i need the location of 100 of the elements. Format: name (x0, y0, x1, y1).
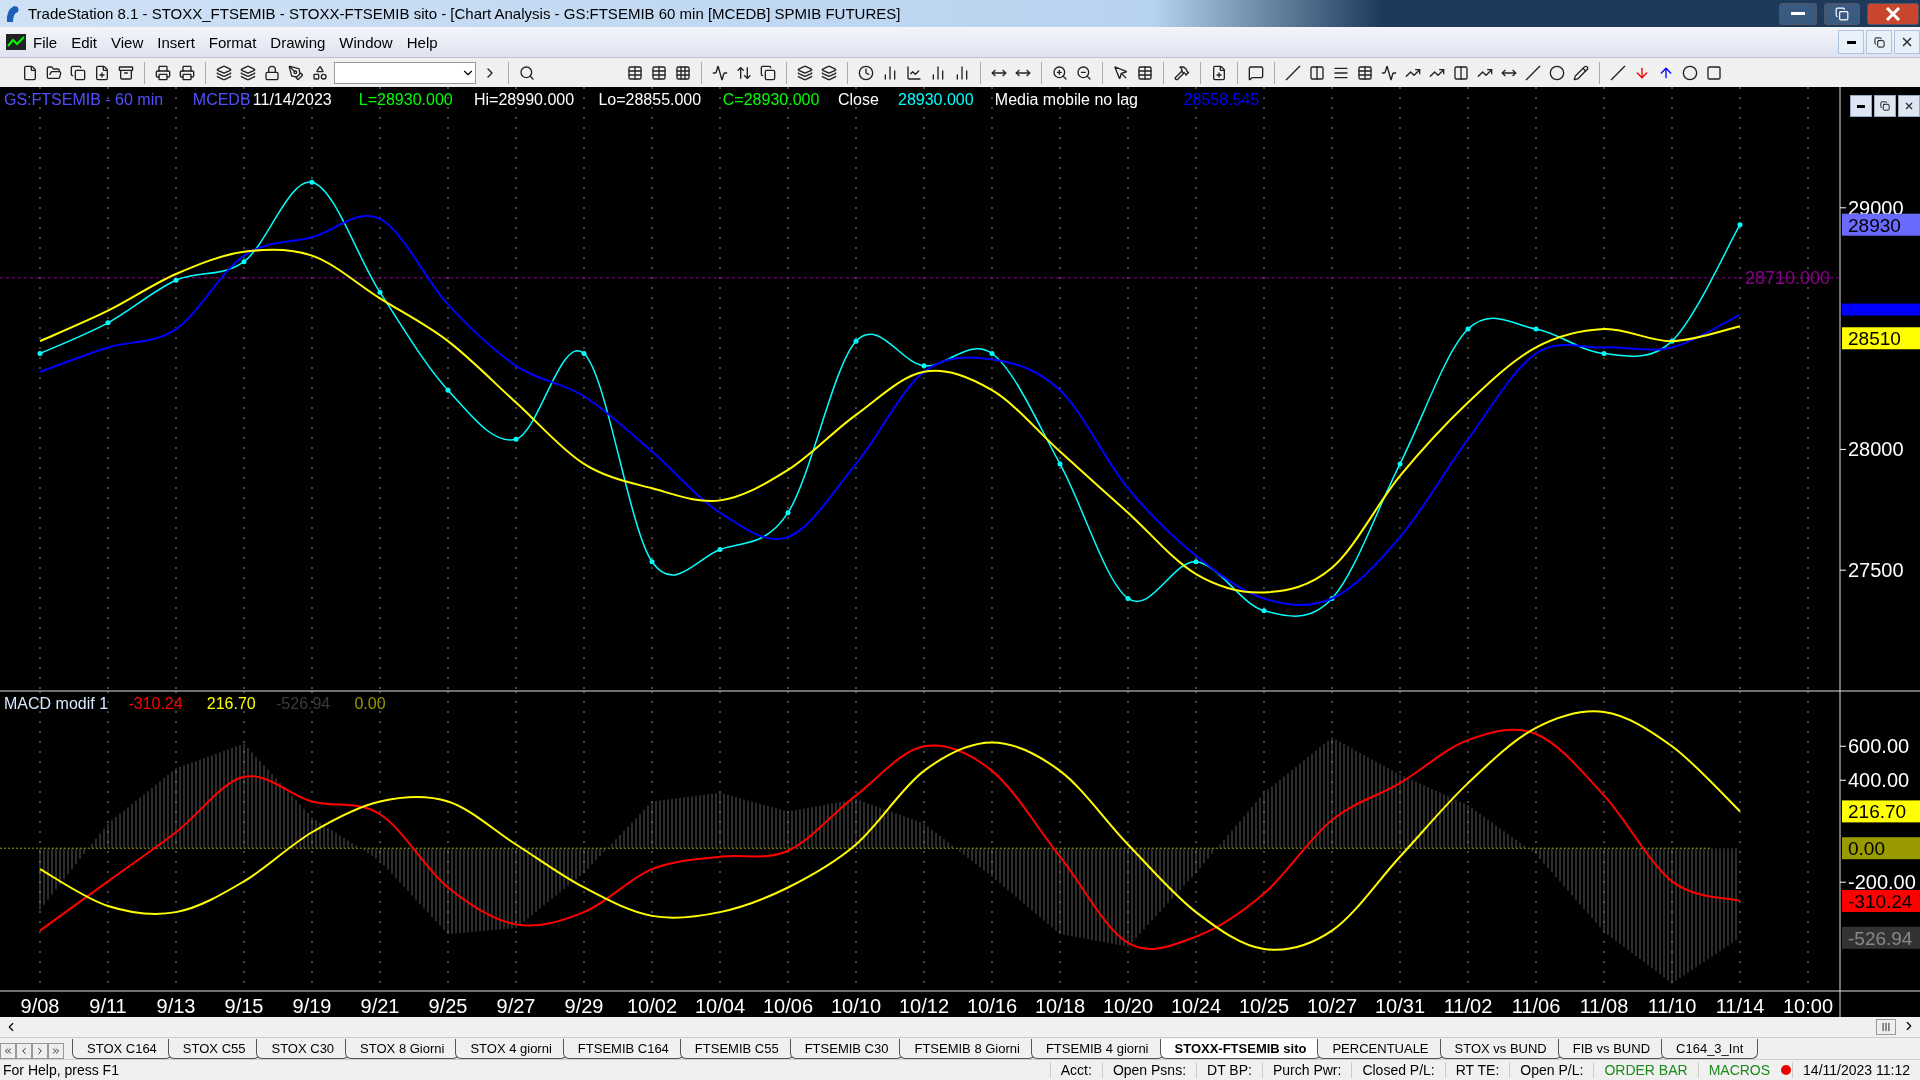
status-field: DT BP: (1196, 1062, 1262, 1079)
restore-button[interactable] (1824, 2, 1860, 25)
sheet-tab[interactable]: FTSEMIB C164 (562, 1039, 684, 1060)
close-icon (1902, 37, 1912, 48)
axis-tick-label: 28000 (1839, 438, 1904, 461)
minimize-button[interactable] (1850, 95, 1872, 118)
legend-value: -526.94 (276, 695, 331, 713)
axis-date-label: 10:00 (1782, 995, 1834, 1018)
axis-value-marker: -310.24 (1842, 890, 1920, 913)
legend-value: 11/14/2023 (252, 91, 332, 109)
minimize-icon (1857, 104, 1865, 108)
sheet-tab[interactable]: STOX 4 giorni (455, 1039, 567, 1060)
sheet-tab[interactable]: FTSEMIB 4 giorni (1030, 1039, 1164, 1060)
axis-date-label: 9/27 (496, 995, 536, 1018)
menu-item[interactable]: File (26, 33, 65, 51)
previous-icon (19, 1046, 29, 1057)
axis-value-marker: 0.00 (1842, 837, 1920, 860)
status-field: Open Psns: (1101, 1062, 1197, 1079)
previous-tab-button[interactable] (16, 1043, 32, 1060)
status-field: Closed P/L: (1351, 1062, 1445, 1079)
status-light-icon (1780, 1064, 1793, 1077)
axis-date-label: 10/06 (762, 995, 814, 1018)
sheet-tab[interactable]: C164_3_Int (1661, 1039, 1759, 1060)
axis-value-marker: -526.94 (1842, 927, 1920, 950)
legend-value: C=28930.000 (722, 91, 820, 109)
sheet-tab[interactable]: FTSEMIB C55 (679, 1039, 794, 1060)
sheet-tab[interactable]: STOX vs BUND (1439, 1039, 1562, 1060)
legend-value: GS:FTSEMIB - 60 min (4, 91, 164, 109)
minimize-button[interactable] (1779, 2, 1817, 25)
legend-value: 28558.545 (1183, 91, 1260, 109)
menu-item[interactable]: Format (201, 33, 264, 51)
axis-tick-label: 600.00 (1839, 735, 1910, 758)
restore-icon (1835, 6, 1849, 21)
menu-item[interactable]: Drawing (263, 33, 333, 51)
sheet-tab[interactable]: PERCENTUALE (1317, 1039, 1444, 1060)
axis-date-label: 9/11 (89, 995, 127, 1018)
grip-icon (1881, 1022, 1891, 1033)
scroll-thumb[interactable] (1876, 1019, 1896, 1036)
axis-date-label: 9/21 (360, 995, 400, 1018)
status-field: Open P/L: (1509, 1062, 1594, 1079)
legend-value: 216.70 (206, 695, 256, 713)
legend-value: MCEDB (192, 91, 251, 109)
restore-icon (1873, 36, 1885, 48)
next-icon (35, 1046, 45, 1057)
axis-date-label: 10/10 (830, 995, 882, 1018)
status-datetime: 14/11/2023 11:12 (1792, 1062, 1920, 1079)
legend-value: Hi=28990.000 (474, 91, 575, 109)
restore-icon (1880, 101, 1890, 112)
first-tab-button[interactable] (0, 1043, 16, 1060)
minimize-button[interactable] (1838, 30, 1864, 55)
close-button[interactable] (1898, 95, 1920, 118)
close-icon (1885, 6, 1901, 21)
close-button[interactable] (1867, 2, 1919, 25)
menu-item[interactable]: Edit (64, 33, 105, 51)
legend-value: L=28930.000 (358, 91, 453, 109)
axis-date-label: 9/29 (564, 995, 604, 1018)
axis-value-marker: 216.70 (1842, 800, 1920, 823)
first-icon (3, 1046, 13, 1057)
legend-value: -310.24 (128, 695, 183, 713)
last-icon (51, 1046, 61, 1057)
axis-date-label: 10/02 (626, 995, 678, 1018)
status-link[interactable]: MACROS (1697, 1062, 1781, 1079)
minimize-icon (1791, 12, 1805, 16)
chart-window-icon (6, 34, 26, 51)
axis-date-label: 11/06 (1511, 995, 1561, 1018)
axis-date-label: 10/16 (966, 995, 1018, 1018)
restore-button[interactable] (1874, 95, 1896, 118)
window-title: TradeStation 8.1 - STOXX_FTSEMIB - STOXX-FTSEMIB sito - [Chart Analysis - GS:FTSEMIB 60 min [MCEDB] SPMIB FUTURES] (28, 5, 902, 23)
legend-value: Media mobile no lag (994, 91, 1138, 109)
axis-date-label: 10/04 (694, 995, 746, 1018)
level-label: 28710.000 (1745, 268, 1831, 289)
axis-date-label: 9/19 (292, 995, 332, 1018)
axis-date-label: 10/31 (1374, 995, 1426, 1018)
close-button[interactable] (1894, 30, 1920, 55)
menu-item[interactable]: Help (399, 33, 445, 51)
axis-date-label: 11/08 (1579, 995, 1629, 1018)
axis-date-label: 9/08 (20, 995, 60, 1018)
status-field: RT TE: (1444, 1062, 1510, 1079)
menu-item[interactable]: Insert (150, 33, 202, 51)
help-text: For Help, press F1 (2, 1062, 120, 1079)
status-field: Purch Pwr: (1261, 1062, 1352, 1079)
axis-date-label: 10/12 (898, 995, 950, 1018)
sheet-tab[interactable]: FTSEMIB 8 Giorni (899, 1039, 1035, 1060)
legend-value: Lo=28855.000 (598, 91, 702, 109)
minimize-icon (1846, 40, 1856, 44)
axis-date-label: 10/18 (1034, 995, 1086, 1018)
status-link[interactable]: ORDER BAR (1593, 1062, 1698, 1079)
legend-value: 28930.000 (898, 91, 974, 109)
axis-date-label: 10/24 (1170, 995, 1222, 1018)
status-field: Acct: (1049, 1062, 1102, 1079)
axis-date-label: 11/10 (1647, 995, 1697, 1018)
menu-item[interactable]: Window (332, 33, 400, 51)
axis-value-marker: 28510 (1842, 327, 1920, 350)
axis-date-label: 10/25 (1238, 995, 1290, 1018)
close-icon (1905, 102, 1913, 111)
menu-item[interactable]: View (104, 33, 151, 51)
legend-value: 0.00 (354, 695, 386, 713)
axis-date-label: 11/14 (1715, 995, 1765, 1018)
last-tab-button[interactable] (48, 1043, 64, 1060)
sheet-tab[interactable]: STOX C164 (72, 1039, 172, 1060)
